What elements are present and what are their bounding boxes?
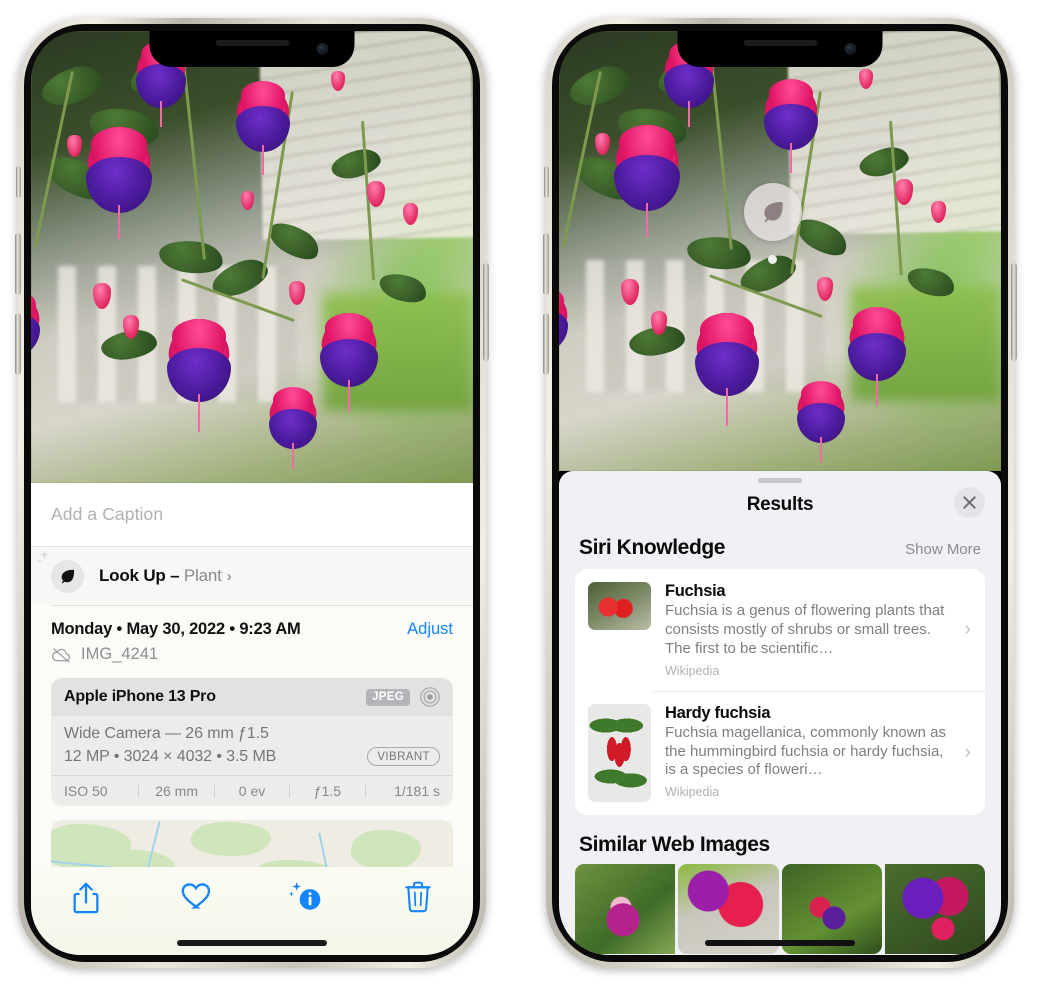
look-up-label: Look Up – Plant › — [99, 566, 232, 586]
look-up-row[interactable]: Look Up – Plant › — [31, 547, 473, 605]
earpiece-speaker — [215, 40, 289, 46]
knowledge-description: Fuchsia is a genus of flowering plants t… — [665, 602, 945, 657]
exif-iso: ISO 50 — [64, 783, 108, 799]
power-button[interactable] — [483, 263, 489, 361]
adjust-button[interactable]: Adjust — [407, 620, 453, 639]
metadata-block: Monday • May 30, 2022 • 9:23 AM Adjust I… — [31, 606, 473, 666]
mute-switch[interactable] — [16, 166, 21, 198]
exif-body: Wide Camera — 26 mm ƒ1.5 12 MP • 3024 × … — [51, 716, 453, 775]
power-button[interactable] — [1011, 263, 1017, 361]
volume-down-button[interactable] — [543, 313, 549, 375]
volume-up-button[interactable] — [543, 233, 549, 295]
heart-icon — [181, 883, 210, 909]
fuchsia-red-thumb — [588, 582, 651, 630]
share-button[interactable] — [31, 881, 142, 915]
file-size-info: 12 MP • 3024 × 4032 • 3.5 MB — [64, 747, 277, 765]
trash-icon — [405, 881, 431, 913]
results-header: Results — [559, 483, 1001, 527]
fuchsia-web-thumb-1[interactable] — [575, 863, 676, 954]
look-up-subject: Plant — [183, 566, 222, 585]
iphone-left: Add a Caption Look Up – Plant › Monday •… — [15, 18, 489, 968]
results-sheet: Results Siri Knowledge Show More Fuchsia… — [559, 471, 1001, 955]
look-up-bold: Look Up – — [99, 566, 180, 585]
close-icon — [963, 496, 976, 509]
aperture-icon — [420, 687, 440, 707]
knowledge-source: Wikipedia — [665, 663, 720, 678]
hardy-fuchsia-thumb — [588, 703, 651, 802]
exif-focal: 26 mm — [155, 783, 198, 799]
knowledge-title: Fuchsia — [665, 582, 726, 600]
capture-date: Monday • May 30, 2022 • 9:23 AM — [51, 620, 301, 638]
volume-down-button[interactable] — [15, 313, 21, 375]
notch — [149, 31, 355, 67]
knowledge-source: Wikipedia — [665, 785, 720, 800]
similar-web-images-title: Similar Web Images — [579, 832, 770, 856]
visual-look-up-indicator-dot — [768, 255, 777, 264]
cloud-slash-icon — [52, 647, 71, 662]
home-indicator[interactable] — [705, 940, 855, 946]
photo-viewer[interactable] — [31, 31, 473, 483]
screen-right: Results Siri Knowledge Show More Fuchsia… — [559, 31, 1001, 955]
format-badge: JPEG — [366, 688, 410, 706]
similar-web-images-header: Similar Web Images — [559, 815, 1001, 864]
exif-shutter: 1/181 s — [394, 783, 441, 799]
knowledge-item[interactable]: Fuchsia Fuchsia is a genus of flowering … — [575, 569, 985, 691]
share-icon — [73, 882, 99, 914]
lens-info: Wide Camera — 26 mm ƒ1.5 — [64, 725, 269, 742]
chevron-right-icon: › — [964, 741, 971, 763]
chevron-right-icon: › — [226, 568, 232, 585]
front-camera — [316, 43, 329, 55]
earpiece-speaker — [743, 40, 817, 46]
close-button[interactable] — [954, 487, 985, 518]
exif-aperture: ƒ1.5 — [313, 783, 342, 799]
volume-up-button[interactable] — [15, 233, 21, 295]
info-sparkle-icon — [289, 882, 321, 910]
knowledge-item[interactable]: Hardy fuchsia Fuchsia magellanica, commo… — [575, 690, 985, 815]
exif-ev: 0 ev — [238, 783, 266, 799]
caption-placeholder: Add a Caption — [51, 504, 164, 524]
results-title: Results — [746, 494, 814, 515]
leaf-glyph — [61, 569, 75, 583]
delete-button[interactable] — [363, 881, 474, 913]
photographic-style-badge: VIBRANT — [367, 747, 440, 766]
screen-left: Add a Caption Look Up – Plant › Monday •… — [31, 31, 473, 955]
exif-card[interactable]: Apple iPhone 13 Pro JPEG Wide Camera — 2… — [51, 678, 453, 806]
info-button[interactable] — [252, 881, 363, 913]
siri-knowledge-header: Siri Knowledge Show More — [559, 527, 1001, 569]
exif-header: Apple iPhone 13 Pro JPEG — [51, 678, 453, 716]
leaf-icon — [51, 559, 84, 593]
chevron-right-icon: › — [964, 618, 971, 640]
favorite-button[interactable] — [142, 881, 253, 911]
knowledge-title: Hardy fuchsia — [665, 703, 771, 722]
knowledge-description: Fuchsia magellanica, commonly known as t… — [665, 723, 946, 779]
exif-settings-row: ISO 50 26 mm 0 ev ƒ1.5 1/181 s — [51, 775, 453, 806]
photo-info-sheet: Add a Caption Look Up – Plant › Monday •… — [31, 483, 473, 955]
filename-row: IMG_4241 — [51, 645, 453, 664]
siri-knowledge-title: Siri Knowledge — [579, 536, 726, 559]
filename: IMG_4241 — [81, 645, 159, 663]
screenshot-root: Add a Caption Look Up – Plant › Monday •… — [0, 0, 1055, 985]
caption-field[interactable]: Add a Caption — [31, 483, 473, 547]
notch — [677, 31, 883, 67]
front-camera — [844, 43, 857, 55]
siri-knowledge-card: Fuchsia Fuchsia is a genus of flowering … — [575, 569, 985, 815]
show-more-button[interactable]: Show More — [905, 541, 981, 558]
mute-switch[interactable] — [544, 166, 549, 198]
visual-look-up-badge[interactable] — [744, 183, 802, 241]
leaf-icon — [764, 202, 783, 223]
fuchsia-web-thumb-4[interactable] — [884, 863, 985, 954]
home-indicator[interactable] — [177, 940, 327, 946]
camera-model: Apple iPhone 13 Pro — [64, 688, 216, 705]
photo-viewer[interactable] — [559, 31, 1001, 471]
iphone-right: Results Siri Knowledge Show More Fuchsia… — [543, 18, 1017, 968]
